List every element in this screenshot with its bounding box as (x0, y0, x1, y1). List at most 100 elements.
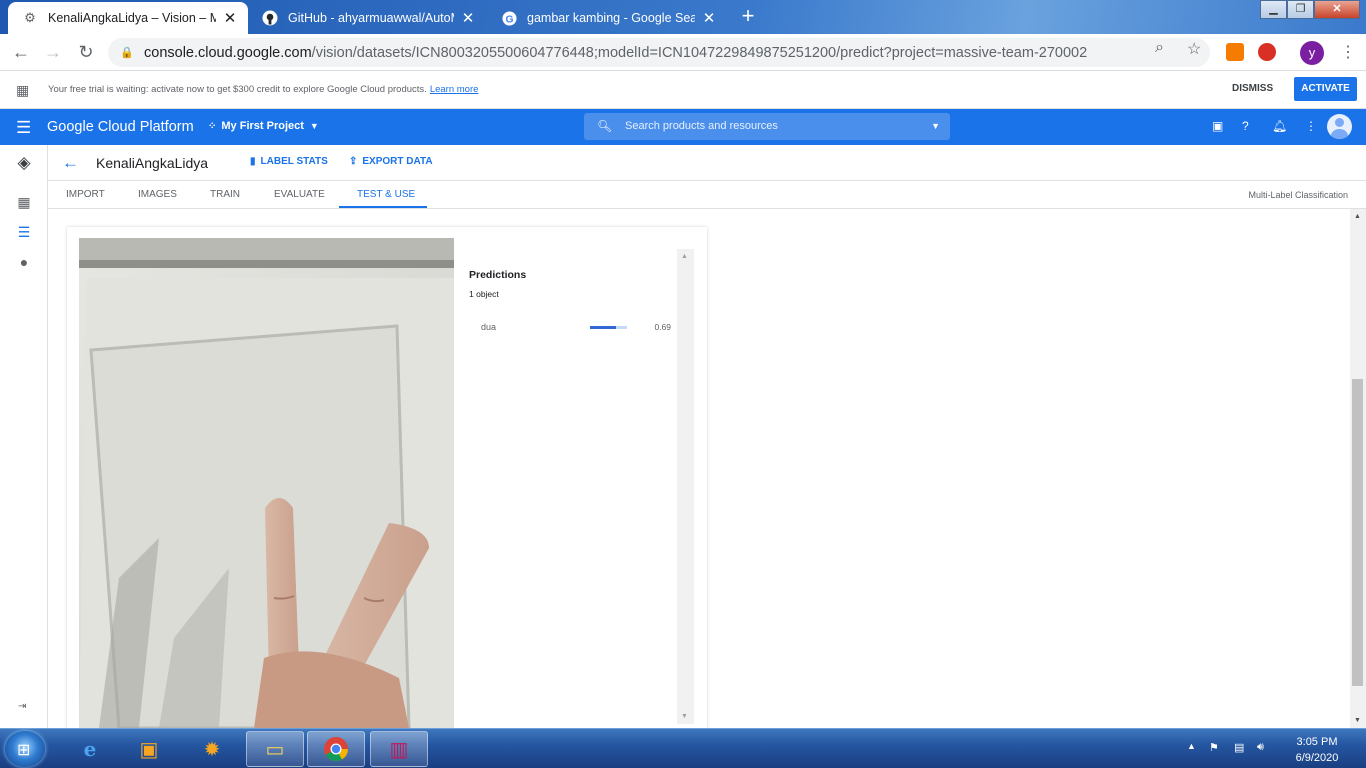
start-button[interactable]: ⊞ (5, 731, 45, 767)
url-host: console.cloud.google.com (144, 44, 312, 61)
search-placeholder: Search products and resources (625, 120, 778, 132)
system-clock[interactable]: 3:05 PM 6/9/2020 (1289, 734, 1345, 766)
prediction-card: Predictions 1 object dua 0.69 ▲ ▼ (67, 227, 707, 737)
prediction-score: 0.69 (654, 322, 671, 332)
predictions-title: Predictions (469, 269, 527, 281)
browser-tabstrip: ⚙ KenaliAngkaLidya – Vision – My F ✕ Git… (0, 0, 1366, 34)
reload-icon[interactable]: ↻ (74, 40, 98, 64)
active-tab-underline (339, 206, 427, 208)
close-icon[interactable]: ✕ (460, 9, 476, 27)
internet-explorer-icon[interactable]: e (61, 731, 119, 767)
forward-icon[interactable]: → (41, 40, 65, 64)
back-icon[interactable]: ← (9, 40, 33, 64)
predictions-count: 1 object (469, 289, 499, 299)
close-icon[interactable]: ✕ (222, 9, 238, 27)
tab-import[interactable]: IMPORT (66, 189, 105, 200)
browser-tab-google[interactable]: G gambar kambing - Google Searc ✕ (487, 2, 727, 34)
browser-menu-icon[interactable]: ⋮ (1340, 42, 1356, 62)
lock-icon: 🔒 (120, 47, 134, 59)
more-options-icon[interactable]: ⋮ (1305, 119, 1317, 133)
export-data-button[interactable]: ⇪ EXPORT DATA (349, 156, 433, 167)
clock-time: 3:05 PM (1296, 736, 1338, 748)
tray-expand-icon[interactable]: ▲ (1187, 741, 1196, 751)
scrollbar-thumb[interactable] (1352, 379, 1363, 686)
models-lightbulb-icon[interactable]: ● (14, 254, 34, 274)
scroll-down-arrow-icon[interactable]: ▼ (1354, 717, 1361, 724)
bar-chart-icon: ▮ (250, 156, 256, 167)
project-selector[interactable]: ⁘ My First Project ▼ (208, 120, 319, 132)
model-type-label: Multi-Label Classification (1248, 190, 1348, 200)
free-trial-banner: ▦ Your free trial is waiting: activate n… (0, 71, 1366, 109)
bookmark-star-icon[interactable]: ☆ (1187, 39, 1201, 59)
volume-icon[interactable]: 🔊︎ (1257, 741, 1264, 754)
notifications-bell-icon[interactable]: 🔔︎ (1272, 119, 1287, 133)
network-icon[interactable]: ▤ (1234, 741, 1244, 754)
main-content: Predictions 1 object dua 0.69 ▲ ▼ (48, 209, 1350, 737)
tab-evaluate[interactable]: EVALUATE (274, 189, 325, 200)
project-name: My First Project (221, 120, 304, 132)
extension-video-icon[interactable] (1258, 43, 1276, 61)
prediction-label: dua (481, 322, 497, 332)
media-player-icon[interactable]: ▣ (120, 731, 178, 767)
label-stats-button[interactable]: ▮ LABEL STATS (250, 156, 328, 167)
file-explorer-icon[interactable]: ▭ (246, 731, 304, 767)
scroll-down-arrow-icon[interactable]: ▼ (681, 713, 688, 720)
minimize-button[interactable]: ▁ (1260, 0, 1287, 19)
back-arrow-icon[interactable]: ← (62, 153, 79, 173)
tab-test-and-use[interactable]: TEST & USE (357, 189, 415, 200)
help-icon[interactable]: ? (1242, 119, 1249, 133)
tab-train[interactable]: TRAIN (210, 189, 240, 200)
zoom-icon[interactable]: ⌕ (1155, 39, 1164, 57)
dataset-header: ← KenaliAngkaLidya ▮ LABEL STATS ⇪ EXPOR… (48, 145, 1366, 181)
prediction-row: dua 0.69 (481, 321, 671, 337)
chevron-down-icon: ▼ (309, 121, 319, 131)
windows-taskbar: ⊞ e ▣ ✹ ▭ ▥ ▲ ⚑ ▤ 🔊︎ 3:05 PM 6/9/2020 (0, 728, 1366, 768)
test-image (79, 238, 454, 728)
gift-icon: ▦ (16, 82, 30, 98)
gcp-logo-title[interactable]: Google Cloud Platform (47, 119, 194, 135)
profile-avatar[interactable]: y (1300, 41, 1324, 65)
export-data-label: EXPORT DATA (362, 156, 433, 167)
predictions-scrollbar[interactable]: ▲ ▼ (677, 249, 694, 724)
windows-logo-icon: ⊞ (17, 742, 31, 759)
scroll-up-arrow-icon[interactable]: ▲ (1354, 213, 1361, 220)
tab-title: GitHub - ahyarmuawwal/AutoML (288, 11, 454, 25)
url-path: /vision/datasets/ICN8003205500604776448;… (311, 44, 1088, 61)
activate-button[interactable]: ACTIVATE (1294, 77, 1357, 101)
winrar-icon[interactable]: ▥ (370, 731, 428, 767)
maximize-button[interactable]: ❐ (1287, 0, 1314, 19)
gear-icon: ⚙ (24, 10, 36, 25)
search-input[interactable]: 🔍︎ Search products and resources ▼ (584, 113, 950, 140)
hamburger-menu-icon[interactable]: ☰ (16, 118, 31, 138)
url-field[interactable]: 🔒 console.cloud.google.com/vision/datase… (108, 38, 1210, 67)
settings-app-icon[interactable]: ✹ (183, 731, 241, 767)
chevron-down-icon[interactable]: ▼ (931, 121, 940, 131)
account-avatar[interactable] (1327, 114, 1352, 139)
tab-images[interactable]: IMAGES (138, 189, 177, 200)
extension-shopping-icon[interactable] (1226, 43, 1244, 61)
expand-rail-icon[interactable]: ⇥ (18, 701, 26, 712)
left-nav-rail: ◈ ▦ ☰ ● ⇥ (0, 145, 48, 728)
vision-logo-icon[interactable]: ◈ (14, 153, 34, 173)
page-scrollbar[interactable]: ▲ ▼ (1350, 209, 1366, 728)
scroll-up-arrow-icon[interactable]: ▲ (681, 253, 688, 260)
cloud-shell-icon[interactable]: ▣ (1212, 119, 1223, 133)
tab-title: gambar kambing - Google Searc (527, 11, 695, 25)
clock-date: 6/9/2020 (1295, 752, 1339, 764)
predictions-panel: Predictions 1 object dua 0.69 (467, 249, 695, 729)
close-window-button[interactable]: ✕ (1314, 0, 1360, 19)
action-center-flag-icon[interactable]: ⚑ (1209, 741, 1219, 754)
dashboard-icon[interactable]: ▦ (14, 194, 34, 214)
project-icon: ⁘ (208, 120, 217, 132)
datasets-list-icon[interactable]: ☰ (14, 224, 34, 244)
browser-tab-vision[interactable]: ⚙ KenaliAngkaLidya – Vision – My F ✕ (8, 2, 248, 34)
learn-more-link[interactable]: Learn more (430, 84, 479, 95)
chrome-icon[interactable] (307, 731, 365, 767)
dismiss-button[interactable]: DISMISS (1232, 83, 1273, 94)
google-icon: G (501, 10, 517, 26)
new-tab-button[interactable]: + (734, 4, 762, 30)
gcp-header: ☰ Google Cloud Platform ⁘ My First Proje… (0, 109, 1366, 145)
window-controls: ▁ ❐ ✕ (1260, 0, 1360, 19)
close-icon[interactable]: ✕ (701, 9, 717, 27)
browser-tab-github[interactable]: GitHub - ahyarmuawwal/AutoML ✕ (248, 2, 486, 34)
